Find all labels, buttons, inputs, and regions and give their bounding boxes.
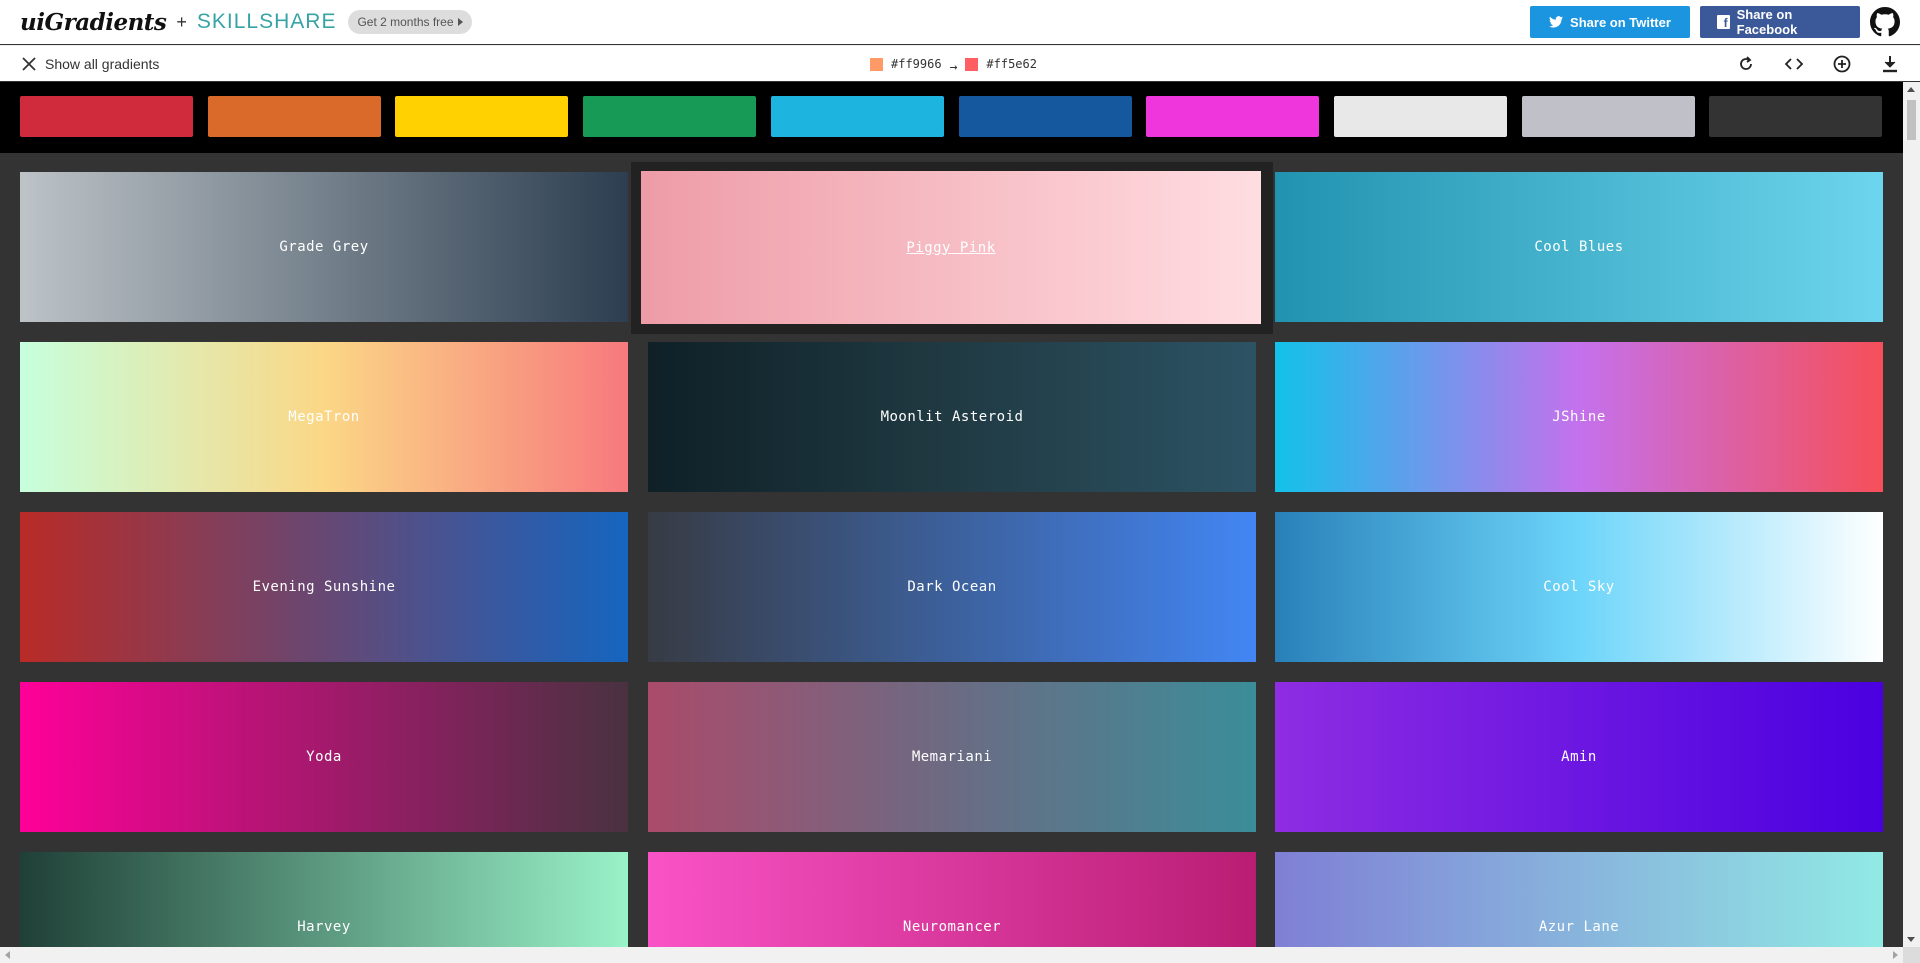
scroll-right-icon[interactable] (1893, 951, 1898, 959)
gradient-name[interactable]: Yoda (306, 749, 342, 765)
share-area: Share on Twitter f Share on Facebook (1530, 6, 1900, 38)
gradient-name[interactable]: Azur Lane (1539, 919, 1619, 935)
color-filter-pink[interactable] (1146, 96, 1320, 137)
share-facebook-button[interactable]: f Share on Facebook (1700, 6, 1860, 38)
promo-badge[interactable]: Get 2 months free (348, 10, 472, 34)
partner-logo[interactable]: SKILLSHARE (197, 10, 337, 34)
scroll-down-icon[interactable] (1907, 937, 1915, 942)
gradient-card[interactable]: Grade Grey (20, 172, 628, 322)
gradient-card[interactable]: Yoda (20, 682, 628, 832)
gradient-name[interactable]: Cool Blues (1534, 239, 1623, 255)
gradient-card[interactable]: Neuromancer (648, 852, 1256, 947)
gradient-card[interactable]: Piggy Pink (641, 171, 1261, 324)
color-filter-grey[interactable] (1521, 96, 1695, 137)
gradient-name[interactable]: JShine (1552, 409, 1606, 425)
gradient-grid: Grade Grey Piggy Pink Cool Blues MegaTron Mo… (0, 153, 1903, 947)
share-twitter-label: Share on Twitter (1570, 14, 1671, 30)
add-icon[interactable] (1832, 54, 1852, 74)
current-gradient-colors: #ff9966 → #ff5e62 (870, 46, 1037, 82)
rotate-icon[interactable] (1736, 54, 1756, 74)
top-header: uiGradients + SKILLSHARE Get 2 months fr… (0, 0, 1920, 44)
site-logo[interactable]: uiGradients (20, 9, 167, 36)
color-filter-bar (0, 82, 1903, 153)
toolbar: Show all gradients #ff9966 → #ff5e62 (0, 45, 1920, 81)
horizontal-scrollbar[interactable] (0, 947, 1903, 963)
gradient-card[interactable]: MegaTron (20, 342, 628, 492)
gradient-card[interactable]: Azur Lane (1275, 852, 1883, 947)
caret-right-icon (457, 18, 463, 26)
gradient-name[interactable]: Cool Sky (1543, 579, 1614, 595)
gradient-name[interactable]: Dark Ocean (907, 579, 996, 595)
color-filter-red[interactable] (20, 96, 193, 137)
gradient-card[interactable]: Evening Sunshine (20, 512, 628, 662)
download-icon[interactable] (1880, 54, 1900, 74)
scroll-left-icon[interactable] (5, 951, 10, 959)
gradient-name[interactable]: Moonlit Asteroid (881, 409, 1024, 425)
facebook-icon: f (1717, 15, 1730, 29)
gradient-card[interactable]: Memariani (648, 682, 1256, 832)
gradient-name[interactable]: Grade Grey (279, 239, 368, 255)
gradient-name[interactable]: Neuromancer (903, 919, 1001, 935)
show-all-label: Show all gradients (45, 55, 160, 72)
gradient-card[interactable]: Harvey (20, 852, 628, 947)
gradient-name[interactable]: Piggy Pink (906, 240, 995, 256)
share-facebook-label: Share on Facebook (1736, 7, 1798, 37)
color-from-code[interactable]: #ff9966 (891, 57, 942, 71)
color-from-swatch (870, 57, 883, 71)
color-to-code[interactable]: #ff5e62 (986, 57, 1037, 71)
gradient-name[interactable]: MegaTron (288, 409, 359, 425)
gradient-name[interactable]: Amin (1561, 749, 1597, 765)
color-filter-black[interactable] (1709, 96, 1883, 137)
github-icon[interactable] (1870, 7, 1900, 37)
gradient-card[interactable]: Moonlit Asteroid (648, 342, 1256, 492)
promo-label: Get 2 months free (357, 15, 454, 29)
share-twitter-button[interactable]: Share on Twitter (1530, 6, 1690, 38)
gradient-name[interactable]: Memariani (912, 749, 992, 765)
color-filter-orange[interactable] (207, 96, 381, 137)
color-to-swatch (965, 57, 979, 71)
gradient-card[interactable]: Dark Ocean (648, 512, 1256, 662)
twitter-icon (1549, 16, 1564, 28)
gradient-name[interactable]: Evening Sunshine (253, 579, 396, 595)
gradient-card[interactable]: Cool Sky (1275, 512, 1883, 662)
gradient-card[interactable]: JShine (1275, 342, 1883, 492)
tool-icons (1736, 46, 1900, 82)
vertical-scrollbar[interactable] (1903, 82, 1920, 947)
scroll-thumb[interactable] (1907, 100, 1916, 140)
color-filter-green[interactable] (583, 96, 757, 137)
code-icon[interactable] (1784, 54, 1804, 74)
gradient-card[interactable]: Amin (1275, 682, 1883, 832)
color-filter-yellow[interactable] (395, 96, 569, 137)
arrow-right-icon: → (949, 59, 958, 75)
plus-sign: + (176, 11, 187, 32)
color-filter-white[interactable] (1333, 96, 1507, 137)
scroll-up-icon[interactable] (1907, 87, 1915, 92)
show-all-gradients-button[interactable]: Show all gradients (21, 56, 159, 72)
gradient-card[interactable]: Cool Blues (1275, 172, 1883, 322)
close-icon (22, 56, 36, 71)
color-filter-blue[interactable] (958, 96, 1132, 137)
scrollbar-corner (1903, 947, 1920, 963)
color-filter-cyan[interactable] (770, 96, 944, 137)
gradient-name[interactable]: Harvey (297, 919, 351, 935)
